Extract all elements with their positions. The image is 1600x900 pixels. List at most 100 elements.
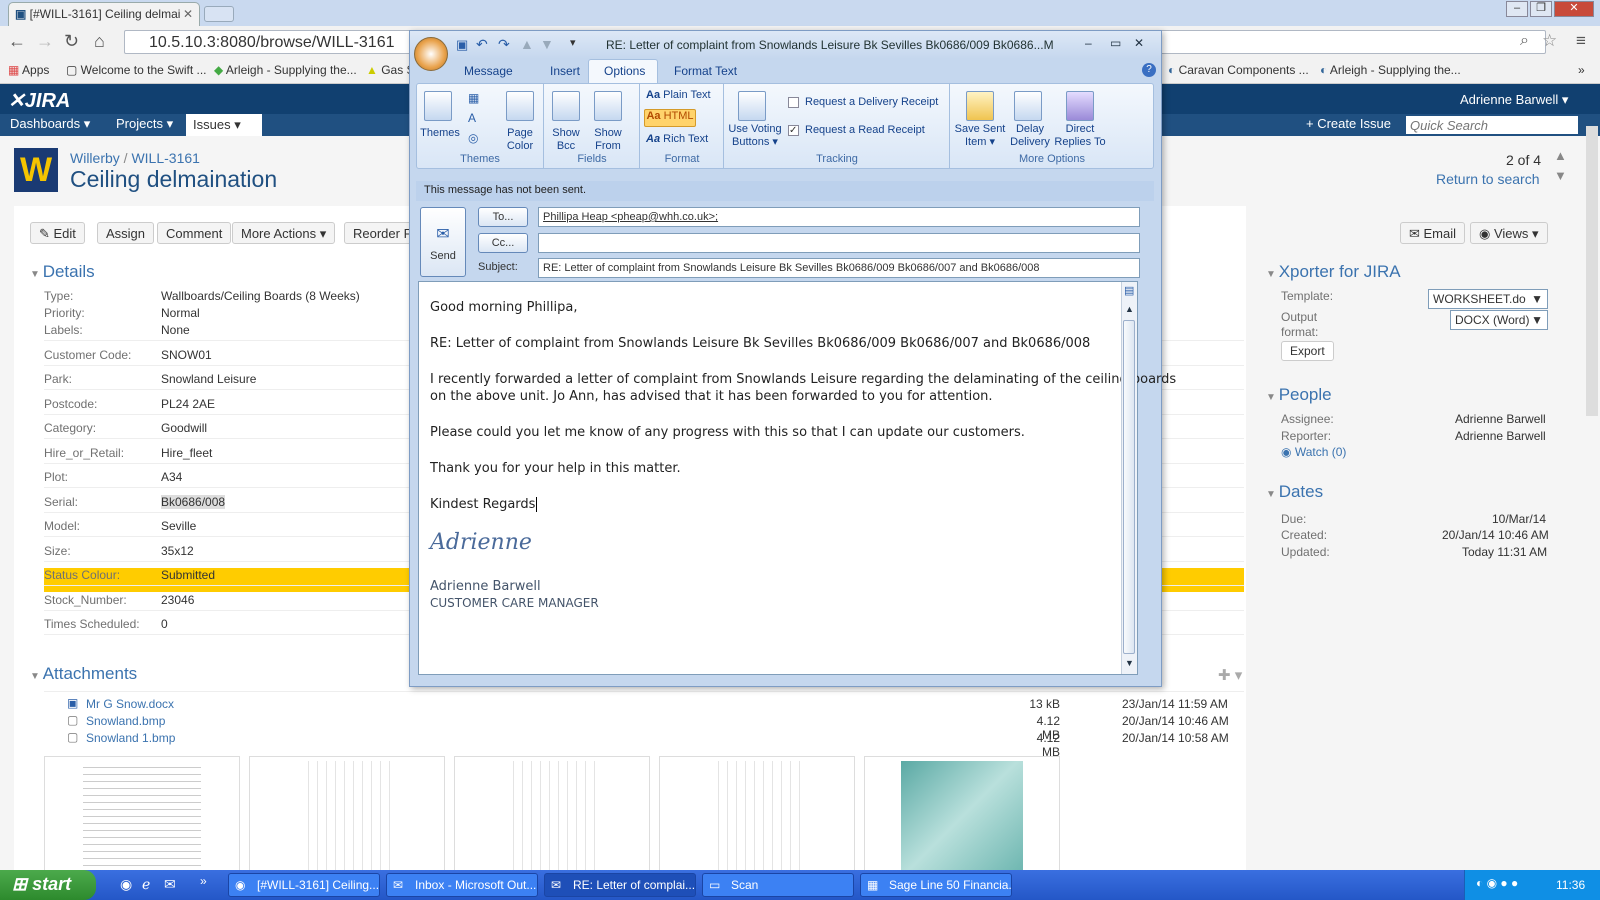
chrome-quicklaunch-icon[interactable]: ◉ xyxy=(120,876,132,893)
to-button[interactable]: To... xyxy=(478,207,528,227)
undo-icon[interactable]: ↶ xyxy=(476,36,488,53)
reorder-button[interactable]: Reorder P xyxy=(344,222,414,244)
redo-icon[interactable]: ↷ xyxy=(498,36,510,53)
delivery-receipt-label[interactable]: Request a Delivery Receipt xyxy=(805,96,938,109)
browser-tab[interactable]: ▣ [#WILL-3161] Ceiling delmai ✕ xyxy=(8,2,200,26)
restore-icon[interactable]: ❐ xyxy=(1530,1,1552,17)
message-body-editor[interactable]: Good morning Phillipa, RE: Letter of com… xyxy=(418,281,1176,675)
start-button[interactable]: ⊞ start xyxy=(0,870,96,900)
ruler-icon[interactable]: ▤ xyxy=(1124,284,1134,297)
delay-delivery-icon[interactable] xyxy=(1014,91,1042,121)
attachment-link[interactable]: Mr G Snow.docx xyxy=(86,697,174,711)
details-heading[interactable]: ▼ Details xyxy=(30,262,95,282)
attachment-link[interactable]: Snowland.bmp xyxy=(86,714,165,728)
assignee-value[interactable]: Adrienne Barwell xyxy=(1455,412,1546,426)
delay-delivery-button[interactable]: Delay Delivery xyxy=(1008,123,1052,149)
add-attachment-icon[interactable]: ✚ ▾ xyxy=(1218,666,1242,684)
reporter-value[interactable]: Adrienne Barwell xyxy=(1455,429,1546,443)
taskbar-item-scan[interactable]: ▭ Scan xyxy=(702,873,854,897)
colors-icon[interactable]: ▦ xyxy=(468,91,479,105)
page-color-icon[interactable] xyxy=(506,91,534,121)
tray-icons[interactable]: ◐ ◉ ● ● xyxy=(1476,876,1518,890)
save-sent-button[interactable]: Save Sent Item ▾ xyxy=(952,123,1008,149)
page-scrollbar[interactable] xyxy=(1586,126,1598,416)
taskbar-item-compose[interactable]: ✉ RE: Letter of complai... xyxy=(544,873,696,897)
nav-dashboards[interactable]: Dashboards ▾ xyxy=(10,116,90,132)
themes-icon[interactable] xyxy=(424,91,452,121)
tab-message[interactable]: Message xyxy=(464,64,513,78)
create-issue-button[interactable]: + Create Issue xyxy=(1306,116,1391,131)
attachments-heading[interactable]: ▼ Attachments xyxy=(30,664,137,684)
user-menu[interactable]: Adrienne Barwell ▾ xyxy=(1460,92,1568,108)
bookmark-caravan[interactable]: ◐ Caravan Components ... xyxy=(1168,63,1309,77)
new-tab-button[interactable] xyxy=(204,6,234,22)
back-icon[interactable]: ← xyxy=(8,31,26,52)
voting-buttons[interactable]: Use Voting Buttons ▾ xyxy=(726,123,784,149)
views-button[interactable]: ◉ Views ▾ xyxy=(1470,222,1548,244)
outlook-quicklaunch-icon[interactable]: ✉ xyxy=(164,876,176,893)
rich-text-option[interactable]: Aa Rich Text xyxy=(646,133,708,146)
search-icon[interactable]: ⌕ xyxy=(1520,32,1529,50)
breadcrumb-project[interactable]: Willerby xyxy=(70,150,120,166)
read-receipt-checkbox[interactable]: ✓ xyxy=(788,125,799,136)
cc-field[interactable] xyxy=(538,233,1140,253)
tab-format-text[interactable]: Format Text xyxy=(674,64,737,78)
bookmark-arleigh-2[interactable]: ◐ Arleigh - Supplying the... xyxy=(1320,63,1461,77)
menu-icon[interactable]: ≡ xyxy=(1576,31,1586,51)
show-bcc-button[interactable]: Show Bcc xyxy=(544,127,588,153)
home-icon[interactable]: ⌂ xyxy=(94,31,105,52)
ie-quicklaunch-icon[interactable]: ℯ xyxy=(142,876,150,893)
template-select[interactable]: WORKSHEET.do ▼ xyxy=(1428,289,1548,309)
save-icon[interactable]: ▣ xyxy=(456,37,468,53)
scroll-down-icon[interactable]: ▼ xyxy=(1125,658,1134,668)
scroll-up-icon[interactable]: ▲ xyxy=(1125,304,1134,314)
show-from-icon[interactable] xyxy=(594,91,622,121)
plain-text-option[interactable]: Aa Plain Text xyxy=(646,89,711,102)
read-receipt-label[interactable]: Request a Read Receipt xyxy=(805,124,925,137)
output-format-select[interactable]: DOCX (Word) ▼ xyxy=(1450,310,1548,330)
tab-options[interactable]: Options xyxy=(604,64,645,78)
attachment-thumbnail[interactable] xyxy=(454,756,650,881)
taskbar-item-inbox[interactable]: ✉ Inbox - Microsoft Out... xyxy=(386,873,538,897)
star-icon[interactable]: ☆ xyxy=(1542,31,1557,51)
email-button[interactable]: ✉ Email xyxy=(1400,222,1466,244)
show-bcc-icon[interactable] xyxy=(552,91,580,121)
edit-button[interactable]: ✎ Edit xyxy=(30,222,85,244)
bookmark-apps[interactable]: ▦ Apps xyxy=(8,63,49,77)
more-actions-button[interactable]: More Actions ▾ xyxy=(232,222,336,244)
taskbar-item-sage[interactable]: ▦ Sage Line 50 Financia... xyxy=(860,873,1012,897)
assign-button[interactable]: Assign xyxy=(97,222,155,244)
voting-icon[interactable] xyxy=(738,91,766,121)
bookmark-arleigh[interactable]: ◆ Arleigh - Supplying the... xyxy=(214,63,357,77)
nav-projects[interactable]: Projects ▾ xyxy=(116,116,173,132)
people-heading[interactable]: ▼ People xyxy=(1266,385,1332,405)
attachment-thumbnail[interactable] xyxy=(864,756,1060,881)
close-icon[interactable]: ✕ xyxy=(1134,36,1144,50)
bookmark-gas[interactable]: ▲ Gas S xyxy=(366,63,415,77)
themes-button[interactable]: Themes xyxy=(418,127,462,140)
close-icon[interactable]: ✕ xyxy=(183,7,193,21)
reload-icon[interactable]: ↻ xyxy=(64,31,79,52)
minimize-icon[interactable]: – xyxy=(1085,36,1092,50)
export-button[interactable]: Export xyxy=(1281,341,1334,361)
attachment-thumbnail[interactable] xyxy=(44,756,240,881)
attachment-thumbnail[interactable] xyxy=(659,756,855,881)
fonts-icon[interactable]: A xyxy=(468,111,476,125)
subject-field[interactable]: RE: Letter of complaint from Snowlands L… xyxy=(538,258,1140,278)
save-sent-icon[interactable] xyxy=(966,91,994,121)
window-close-icon[interactable]: ✕ xyxy=(1554,1,1594,17)
attachment-link[interactable]: Snowland 1.bmp xyxy=(86,731,175,745)
send-button[interactable]: ✉ Send xyxy=(420,207,466,277)
more-bookmarks-icon[interactable]: » xyxy=(1578,63,1585,77)
scroll-thumb[interactable] xyxy=(1123,320,1135,654)
xporter-heading[interactable]: ▼ Xporter for JIRA xyxy=(1266,262,1401,282)
return-to-search-link[interactable]: Return to search xyxy=(1436,171,1540,187)
delivery-receipt-checkbox[interactable] xyxy=(788,97,799,108)
minimize-icon[interactable]: – xyxy=(1506,1,1528,17)
direct-replies-button[interactable]: Direct Replies To xyxy=(1050,123,1110,149)
up-icon[interactable]: ▲ xyxy=(520,36,534,52)
previous-issue-icon[interactable]: ▲ xyxy=(1554,148,1567,163)
cc-button[interactable]: Cc... xyxy=(478,233,528,253)
quicklaunch-more-icon[interactable]: » xyxy=(200,874,207,888)
down-icon[interactable]: ▼ xyxy=(540,36,554,52)
